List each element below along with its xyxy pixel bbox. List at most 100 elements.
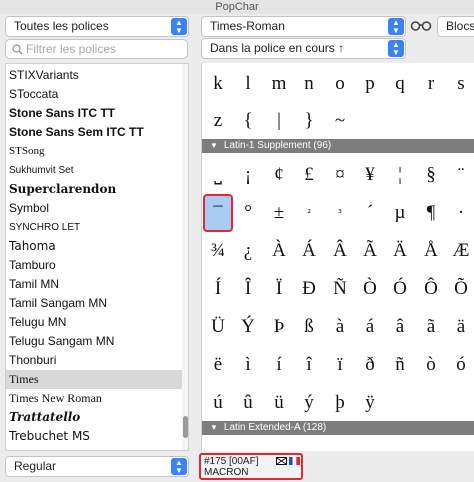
font-popup[interactable]: Times-Roman ▲ ▼ — [201, 16, 406, 37]
character-cell[interactable]: Ï — [264, 270, 294, 308]
character-cell[interactable]: ´ — [355, 194, 385, 232]
character-cell[interactable]: · — [446, 194, 474, 232]
character-cell[interactable]: Õ — [446, 270, 474, 308]
character-cell[interactable]: q — [385, 65, 415, 103]
character-cell[interactable]: ¦ — [385, 156, 415, 194]
character-cell[interactable]: k — [203, 65, 233, 103]
character-cell[interactable]: î — [294, 346, 324, 384]
character-cell[interactable]: ~ — [325, 102, 355, 140]
character-cell[interactable]: ⎵ — [203, 156, 233, 194]
character-cell[interactable]: ° — [233, 194, 263, 232]
font-list-item[interactable]: STSong — [9, 142, 181, 161]
character-cell[interactable]: ¿ — [233, 232, 263, 270]
font-list[interactable]: STIXVariants SToccata Stone Sans ITC TT Sto… — [5, 63, 189, 451]
character-cell[interactable]: s — [446, 65, 474, 103]
scrollbar-thumb[interactable] — [183, 416, 188, 438]
font-list-item[interactable]: Tamil Sangam MN — [9, 294, 181, 313]
sort-popup[interactable]: Dans la police en cours ↑ ▲ ▼ — [201, 38, 406, 59]
character-cell[interactable]: p — [355, 65, 385, 103]
character-cell[interactable]: r — [416, 65, 446, 103]
character-cell[interactable]: ¤ — [325, 156, 355, 194]
character-cell[interactable]: ß — [294, 308, 324, 346]
character-cell[interactable]: ¥ — [355, 156, 385, 194]
character-cell[interactable]: l — [233, 65, 263, 103]
character-cell[interactable]: ã — [416, 308, 446, 346]
font-list-item[interactable]: Times — [6, 370, 182, 389]
character-cell[interactable]: ï — [325, 346, 355, 384]
character-cell[interactable]: ² — [294, 194, 324, 232]
character-cell[interactable]: û — [233, 384, 263, 422]
font-list-item[interactable]: Trattatello — [9, 408, 181, 427]
character-cell[interactable]: þ — [325, 384, 355, 422]
character-cell[interactable]: Ã — [355, 232, 385, 270]
character-cell[interactable]: Ò — [355, 270, 385, 308]
character-cell[interactable]: ¶ — [416, 194, 446, 232]
character-cell[interactable]: µ — [385, 194, 415, 232]
style-popup[interactable]: Regular ▲ ▼ — [5, 456, 189, 477]
character-cell[interactable]: À — [264, 232, 294, 270]
collection-popup[interactable]: Toutes les polices ▲ ▼ — [5, 16, 189, 37]
character-cell[interactable]: o — [325, 65, 355, 103]
character-cell[interactable]: Ý — [233, 308, 263, 346]
character-cell[interactable]: Þ — [264, 308, 294, 346]
glyph-missing-icon[interactable] — [276, 457, 287, 465]
character-cell[interactable]: ÿ — [355, 384, 385, 422]
character-cell[interactable]: n — [294, 65, 324, 103]
character-cell-selected[interactable]: ¯ — [203, 194, 233, 232]
font-list-scrollbar[interactable] — [182, 64, 188, 450]
character-cell[interactable]: í — [264, 346, 294, 384]
character-cell[interactable]: á — [355, 308, 385, 346]
font-list-item[interactable]: Tamburo — [9, 256, 181, 275]
character-cell[interactable]: { — [233, 102, 263, 140]
font-list-item[interactable]: Stone Sans ITC TT — [9, 104, 181, 123]
character-cell[interactable]: ¨ — [446, 156, 474, 194]
character-cell[interactable]: ñ — [385, 346, 415, 384]
character-cell[interactable]: ± — [264, 194, 294, 232]
character-cell[interactable]: ä — [446, 308, 474, 346]
character-cell[interactable]: ó — [446, 346, 474, 384]
character-cell[interactable]: Î — [233, 270, 263, 308]
character-cell[interactable]: Í — [203, 270, 233, 308]
character-cell[interactable]: ¾ — [203, 232, 233, 270]
character-cell[interactable]: ³ — [325, 194, 355, 232]
character-cell[interactable]: Æ — [446, 232, 474, 270]
blocks-popup[interactable]: Blocs — [437, 16, 474, 37]
character-cell[interactable]: â — [385, 308, 415, 346]
character-cell[interactable]: ¢ — [264, 156, 294, 194]
font-list-item[interactable]: Trebuchet MS — [9, 427, 181, 446]
section-header-latin1[interactable]: ▼ Latin-1 Supplement (96) — [202, 139, 474, 153]
font-list-item[interactable]: SYNCHRO LET — [9, 218, 181, 237]
font-list-item[interactable]: Sukhumvit Set — [9, 161, 181, 180]
character-cell[interactable]: ð — [355, 346, 385, 384]
character-cell[interactable]: } — [294, 102, 324, 140]
font-list-item[interactable]: STIXVariants — [9, 66, 181, 85]
character-cell[interactable]: ý — [294, 384, 324, 422]
glasses-icon[interactable] — [410, 19, 432, 33]
font-list-item[interactable]: Telugu Sangam MN — [9, 332, 181, 351]
character-cell[interactable]: § — [416, 156, 446, 194]
character-cell[interactable]: Ô — [416, 270, 446, 308]
character-cell[interactable]: | — [264, 102, 294, 140]
character-cell[interactable]: ì — [233, 346, 263, 384]
font-list-item[interactable]: Tamil MN — [9, 275, 181, 294]
character-table[interactable]: k l m n o p q r s z{|} ~ ▼ Latin-1 Supplement (96) ⎵ ¡… — [201, 63, 474, 451]
font-search-input[interactable]: Filtrer les polices — [5, 39, 188, 59]
character-cell[interactable]: Ñ — [325, 270, 355, 308]
character-cell[interactable]: Â — [325, 232, 355, 270]
flag-fr-icon[interactable] — [289, 457, 300, 465]
font-list-item[interactable]: Tahoma — [9, 237, 181, 256]
character-cell[interactable]: Ä — [385, 232, 415, 270]
character-cell[interactable]: ú — [203, 384, 233, 422]
font-list-item[interactable]: Tw Cen MT — [9, 446, 181, 450]
character-cell[interactable]: m — [264, 65, 294, 103]
font-list-item[interactable]: Stone Sans Sem ITC TT — [9, 123, 181, 142]
character-cell[interactable]: à — [325, 308, 355, 346]
character-cell[interactable]: ü — [264, 384, 294, 422]
character-cell[interactable]: z — [203, 102, 233, 140]
font-list-item[interactable]: Symbol — [9, 199, 181, 218]
character-cell[interactable]: ¡ — [233, 156, 263, 194]
font-list-item[interactable]: SToccata — [9, 85, 181, 104]
character-cell[interactable]: Å — [416, 232, 446, 270]
character-cell[interactable]: Ü — [203, 308, 233, 346]
character-cell[interactable]: ë — [203, 346, 233, 384]
